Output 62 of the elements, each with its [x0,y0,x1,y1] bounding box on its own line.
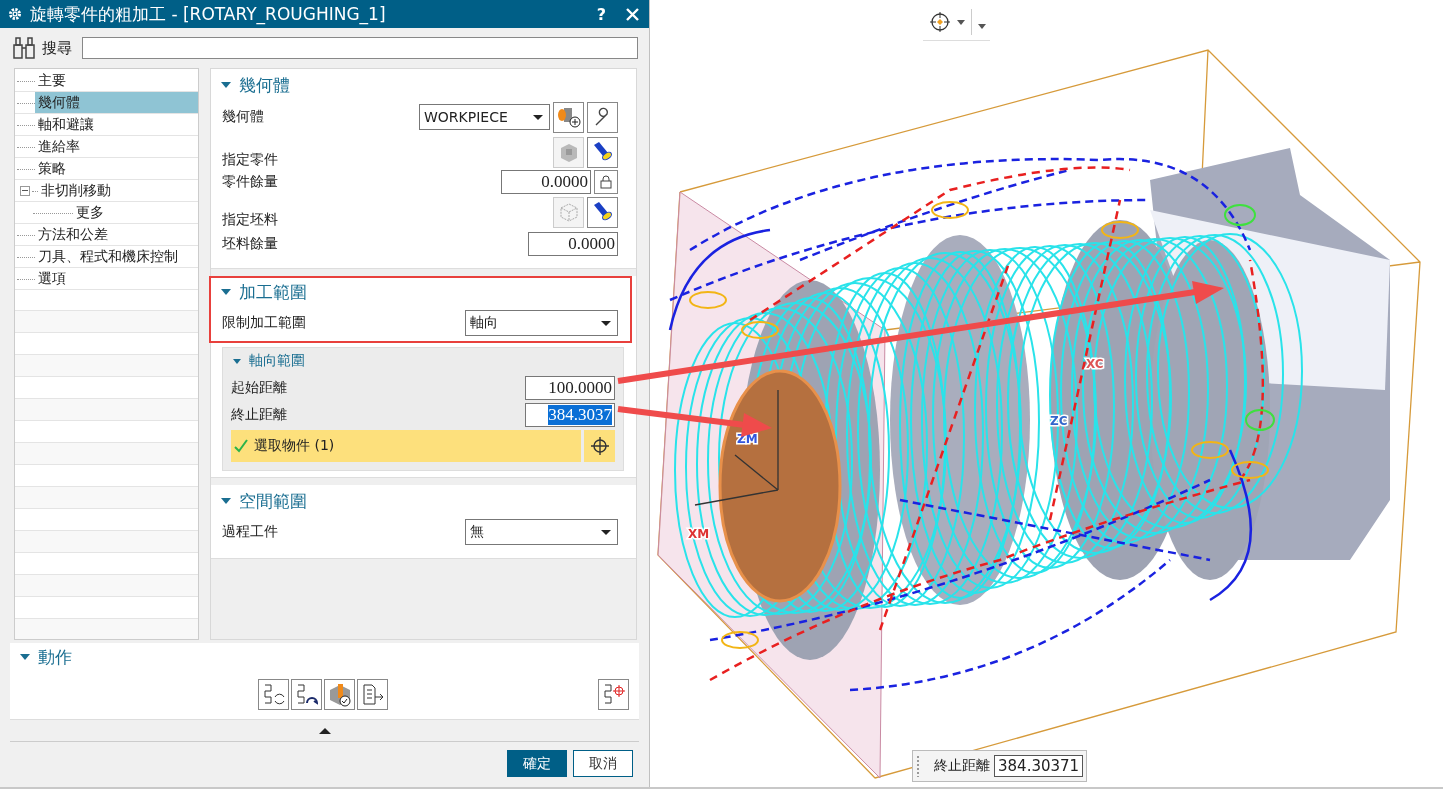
field-label: 過程工件 [222,523,278,541]
option-dropdown[interactable]: 軸向 [465,310,618,336]
tree-item[interactable]: 主要 [35,70,198,91]
dialog-button[interactable]: 取消 [573,750,633,777]
stock-field[interactable]: 0.0000 [528,232,618,256]
crosshair-icon [589,436,610,456]
readout-label: 終止距離 [934,757,990,775]
section-title: 幾何體 [239,73,290,97]
field-label: 零件餘量 [222,173,278,191]
stock-field[interactable]: 0.0000 [501,170,591,194]
caret-icon[interactable] [957,19,965,25]
cube-outline-icon [557,201,580,223]
dialog-button[interactable]: 確定 [507,750,567,777]
replay-button[interactable] [291,679,322,710]
selection-item[interactable]: 選取物件 (1) [231,430,581,462]
binoculars-icon [12,36,38,60]
gear-icon [8,7,22,21]
tree-item[interactable]: 更多 [73,202,198,223]
geometry-dropdown[interactable]: WORKPIECE [419,104,550,130]
collapse-triangle-icon[interactable] [221,82,231,88]
field-label: 起始距離 [231,378,287,397]
tree-item[interactable]: 幾何體 [35,92,198,113]
collapse-triangle-icon[interactable] [221,289,231,295]
field-label: 終止距離 [231,405,287,424]
collapse-toggle[interactable] [20,185,30,196]
locate-button[interactable] [598,679,629,710]
expand-arrow[interactable] [318,727,331,734]
select-object-button[interactable] [584,430,615,462]
new-geometry-button[interactable] [553,101,584,133]
search-field[interactable] [82,37,638,59]
lock-button[interactable] [594,170,618,194]
help-button[interactable]: ? [596,4,606,24]
field-label: 指定坯料 [222,211,278,227]
section-title: 動作 [38,645,72,669]
caret-icon[interactable] [978,23,986,29]
search-label: 搜尋 [42,38,72,58]
section-title: 加工範圍 [239,280,307,304]
tree-item[interactable]: 軸和避讓 [35,114,198,135]
field-label: 指定零件 [222,151,278,167]
section-title: 空間範圍 [239,489,307,513]
group-title: 軸向範圍 [249,352,305,370]
display-button[interactable] [587,196,618,228]
close-icon[interactable] [626,7,639,21]
distance-field[interactable]: 384.3037 [525,402,615,427]
lock-icon [600,175,612,189]
window-title: 旋轉零件的粗加工 - [ROTARY_ROUGHING_1] [30,2,387,26]
collapse-triangle-icon[interactable] [233,358,241,364]
field-label: 限制加工範圍 [222,314,306,332]
tree-item[interactable]: 策略 [35,158,198,179]
display-button[interactable] [587,136,618,168]
snap-point-icon[interactable] [929,11,951,33]
readout-field[interactable]: 384.30371 [994,755,1084,777]
cylinder-plus-icon [555,105,582,129]
list-button[interactable] [357,679,388,710]
field-label: 坯料餘量 [222,235,278,253]
verify-button[interactable] [324,679,355,710]
option-dropdown[interactable]: 無 [465,519,618,545]
field-label: 幾何體 [222,108,264,126]
collapse-triangle-icon[interactable] [221,498,231,504]
edit-button[interactable] [587,101,618,133]
distance-field[interactable]: 100.0000 [525,375,615,400]
generate-button[interactable] [258,679,289,710]
